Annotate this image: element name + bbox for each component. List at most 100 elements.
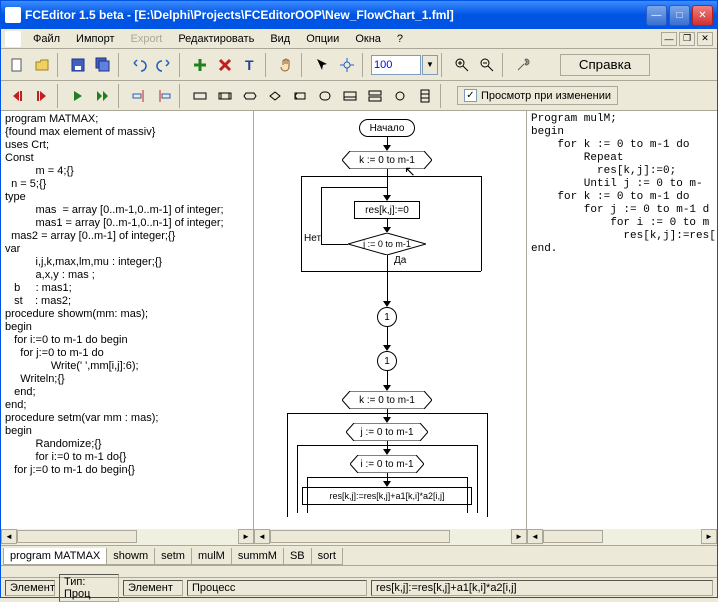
doc-icon <box>5 31 21 47</box>
block8-button[interactable] <box>363 84 387 108</box>
pointer-button[interactable] <box>310 53 334 77</box>
block3-button[interactable] <box>238 84 262 108</box>
scrollbar-right[interactable]: ◄► <box>527 529 717 545</box>
tab-program-MATMAX[interactable]: program MATMAX <box>3 548 107 565</box>
code-line: for j := 0 to m-1 d <box>531 204 713 217</box>
fc-calc[interactable]: res[k,j]:=res[k,j]+a1[k,i]*a2[i,j] <box>302 487 472 505</box>
saveall-button[interactable] <box>91 53 115 77</box>
redo-button[interactable] <box>152 53 176 77</box>
titlebar: FCEditor 1.5 beta - [E:\Delphi\Projects\… <box>1 1 717 29</box>
mdi-restore[interactable]: ❐ <box>679 32 695 46</box>
code-line: i,j,k,max,lm,mu : integer;{} <box>5 256 249 269</box>
crosshair-button[interactable] <box>335 53 359 77</box>
tab-summM[interactable]: summM <box>231 548 284 565</box>
menu-windows[interactable]: Окна <box>347 31 389 47</box>
status-process: Процесс <box>187 580 367 596</box>
fc-jloop[interactable]: j := 0 to m-1 <box>348 233 426 255</box>
minimize-button[interactable]: — <box>646 5 667 26</box>
block5-button[interactable] <box>288 84 312 108</box>
menu-help[interactable]: ? <box>389 31 411 47</box>
tab-bar: program MATMAXshowmsetmmulMsummMSBsort <box>1 545 717 565</box>
ins-after-button[interactable] <box>152 84 176 108</box>
menu-edit[interactable]: Редактировать <box>170 31 262 47</box>
svg-text:T: T <box>245 57 254 73</box>
block9-button[interactable] <box>388 84 412 108</box>
zoomout-button[interactable] <box>475 53 499 77</box>
tab-showm[interactable]: showm <box>106 548 155 565</box>
code-line: begin <box>531 126 713 139</box>
block2-button[interactable] <box>213 84 237 108</box>
zoomin-button[interactable] <box>450 53 474 77</box>
window-title: FCEditor 1.5 beta - [E:\Delphi\Projects\… <box>25 8 646 22</box>
code-line: procedure setm(var mm : mas); <box>5 412 249 425</box>
flowchart-panel[interactable]: Начало k := 0 to m-1 ↖ res[k,j]:=0 j := … <box>254 111 527 529</box>
new-button[interactable] <box>5 53 29 77</box>
menu-import[interactable]: Импорт <box>68 31 122 47</box>
fc-conn2[interactable]: 1 <box>377 351 397 371</box>
mdi-minimize[interactable]: — <box>661 32 677 46</box>
hand-button[interactable] <box>274 53 298 77</box>
menubar: Файл Импорт Export Редактировать Вид Опц… <box>1 29 717 49</box>
fc-kloop[interactable]: k := 0 to m-1 <box>342 151 432 169</box>
code-line: end; <box>5 399 249 412</box>
scrollbar-left[interactable]: ◄► <box>1 529 254 545</box>
zoom-input[interactable] <box>371 55 421 75</box>
fc-no-label: Нет <box>304 233 321 244</box>
close-button[interactable]: ✕ <box>692 5 713 26</box>
block6-button[interactable] <box>313 84 337 108</box>
zoom-dropdown[interactable]: ▼ <box>422 55 438 75</box>
fc-start[interactable]: Начало <box>359 119 415 137</box>
preview-checkbox-wrap[interactable]: ✓ Просмотр при изменении <box>457 86 618 105</box>
code-line: m = 4;{} <box>5 165 249 178</box>
help-button[interactable]: Справка <box>560 54 650 76</box>
code-line: for j:=0 to m-1 do begin{} <box>5 464 249 477</box>
delete-button[interactable] <box>213 53 237 77</box>
tab-setm[interactable]: setm <box>154 548 192 565</box>
code-panel-left[interactable]: program MATMAX;{found max element of mas… <box>1 111 254 529</box>
fc-iloop[interactable]: i := 0 to m-1 <box>350 455 424 473</box>
play-button[interactable] <box>66 84 90 108</box>
menu-file[interactable]: Файл <box>25 31 68 47</box>
code-line: res[k,j]:=0; <box>531 165 713 178</box>
block10-button[interactable] <box>413 84 437 108</box>
fc-yes-label: Да <box>394 255 406 266</box>
preview-checkbox[interactable]: ✓ <box>464 89 477 102</box>
scrollbar-mid[interactable]: ◄► <box>254 529 527 545</box>
tab-sort[interactable]: sort <box>311 548 343 565</box>
code-line: program MATMAX; <box>5 113 249 126</box>
step-fwd-button[interactable] <box>30 84 54 108</box>
step-back-button[interactable] <box>5 84 29 108</box>
code-line: for k := 0 to m-1 do <box>531 191 713 204</box>
open-button[interactable] <box>30 53 54 77</box>
mdi-close[interactable]: ✕ <box>697 32 713 46</box>
menu-export: Export <box>123 31 171 47</box>
code-line: mas = array [0..m-1,0..m-1] of integer; <box>5 204 249 217</box>
code-line: end. <box>531 243 713 256</box>
code-line: n = 5;{} <box>5 178 249 191</box>
fc-conn1[interactable]: 1 <box>377 307 397 327</box>
menu-options[interactable]: Опции <box>298 31 347 47</box>
text-button[interactable]: T <box>238 53 262 77</box>
code-line: begin <box>5 425 249 438</box>
menu-view[interactable]: Вид <box>262 31 298 47</box>
preview-label: Просмотр при изменении <box>481 90 611 102</box>
fast-button[interactable] <box>91 84 115 108</box>
add-button[interactable] <box>188 53 212 77</box>
block4-button[interactable] <box>263 84 287 108</box>
code-line: a,x,y : mas ; <box>5 269 249 282</box>
fc-resinit[interactable]: res[k,j]:=0 <box>354 201 420 219</box>
maximize-button[interactable]: □ <box>669 5 690 26</box>
tools-button[interactable] <box>511 53 535 77</box>
tab-mulM[interactable]: mulM <box>191 548 232 565</box>
undo-button[interactable] <box>127 53 151 77</box>
tab-SB[interactable]: SB <box>283 548 312 565</box>
fc-kloop2[interactable]: k := 0 to m-1 <box>342 391 432 409</box>
save-button[interactable] <box>66 53 90 77</box>
fc-jloop2[interactable]: j := 0 to m-1 <box>346 423 428 441</box>
code-line: var <box>5 243 249 256</box>
block7-button[interactable] <box>338 84 362 108</box>
code-line: st : mas2; <box>5 295 249 308</box>
block1-button[interactable] <box>188 84 212 108</box>
code-panel-right[interactable]: Program mulM;begin for k := 0 to m-1 do … <box>527 111 717 529</box>
ins-before-button[interactable] <box>127 84 151 108</box>
